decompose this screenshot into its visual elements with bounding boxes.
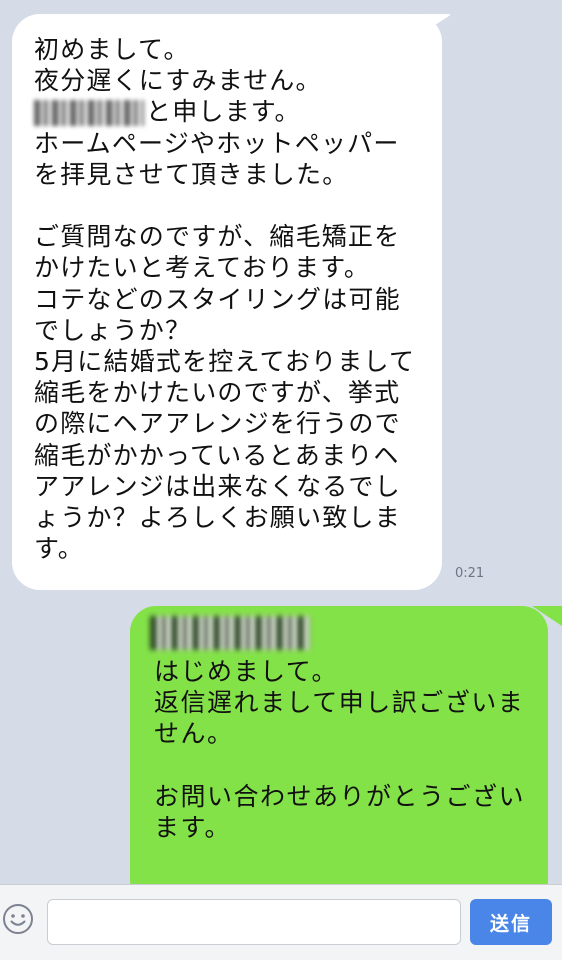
message-line: 5月に結婚式を控えておりまして <box>34 347 416 377</box>
message-line: す。 <box>34 534 84 564</box>
received-message-bubble: 初めまして。 夜分遅くにすみません。 と申します。 ホームページやホットペッパー… <box>12 14 442 590</box>
message-line: 返信遅れまして申し訳ございま <box>154 688 525 718</box>
message-input-bar: 送信 <box>0 884 562 960</box>
message-line: はじめまして。 <box>154 657 339 686</box>
message-line: と申します。 <box>34 96 422 127</box>
chat-area: 初めまして。 夜分遅くにすみません。 と申します。 ホームページやホットペッパー… <box>0 0 562 884</box>
message-line: コテなどのスタイリングは可能 <box>34 284 401 314</box>
message-line: 縮毛がかかっているとあまりヘ <box>34 440 400 470</box>
redacted-name <box>34 100 144 127</box>
message-line: 縮毛をかけたいのですが、挙式 <box>34 378 401 408</box>
message-line: でしょうか？ <box>34 315 192 345</box>
message-line: お問い合わせありがとうござい <box>154 781 526 811</box>
message-input[interactable] <box>47 899 461 945</box>
message-timestamp: 0:21 <box>455 566 485 581</box>
message-line: かけたいと考えております。 <box>34 253 371 283</box>
message-line: ご質問なのですが、縮毛矯正を <box>34 222 401 252</box>
message-line <box>154 750 532 781</box>
message-line: ホームページやホットペッパー <box>34 128 400 158</box>
send-button[interactable]: 送信 <box>470 899 552 945</box>
message-line: ます。 <box>154 813 232 842</box>
message-line: アアレンジは出来なくなるでし <box>34 471 401 501</box>
message-line: 夜分遅くにすみません。 <box>34 66 322 96</box>
redacted-name <box>150 616 310 650</box>
message-text: と申します。 <box>146 97 301 127</box>
message-line: ょうか？よろしくお願い致しま <box>34 503 401 533</box>
message-line: 初めまして。 <box>34 35 190 64</box>
message-line <box>34 190 422 221</box>
message-line: を拝見させて頂きました。 <box>34 159 349 189</box>
message-line: の際にヘアアレンジを行うので <box>34 409 401 439</box>
smiley-icon[interactable] <box>2 903 34 935</box>
message-line: せん。 <box>154 719 234 749</box>
